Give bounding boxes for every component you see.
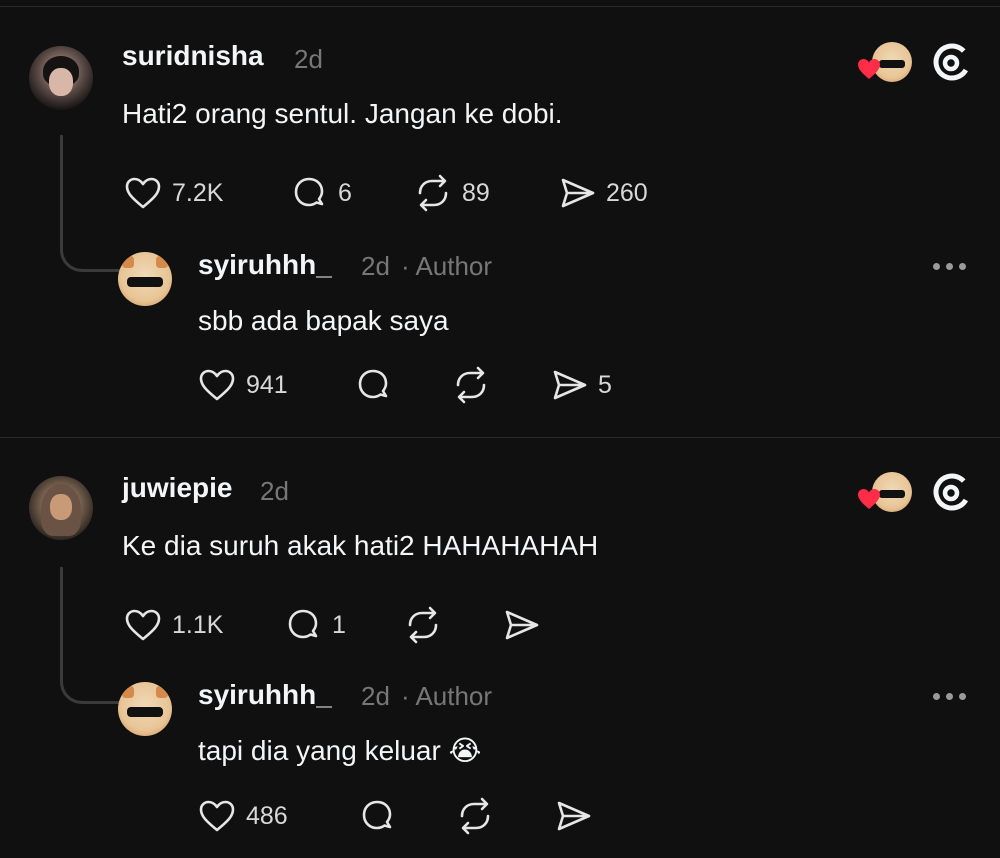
share-icon — [553, 370, 587, 400]
like-button[interactable]: 941 — [196, 364, 288, 406]
like-count: 941 — [246, 370, 288, 399]
reply-text: sbb ada bapak saya — [198, 305, 449, 336]
threads-logo-icon[interactable] — [930, 470, 974, 514]
share-button[interactable] — [552, 795, 594, 837]
share-icon — [561, 178, 595, 208]
comment-button[interactable] — [356, 795, 398, 837]
repost-icon — [460, 797, 490, 835]
repost-button[interactable] — [454, 795, 496, 837]
author-tag: · Author — [401, 251, 493, 281]
more-icon[interactable] — [933, 693, 966, 700]
share-count: 5 — [598, 370, 612, 399]
like-count: 1.1K — [172, 610, 224, 639]
thread-line — [60, 567, 123, 704]
repost-icon — [408, 606, 438, 644]
share-icon — [505, 610, 539, 640]
share-count: 260 — [606, 178, 648, 207]
avatar-juwiepie[interactable] — [29, 476, 93, 540]
post-text: Ke dia suruh akak hati2 HAHAHAHAH — [122, 530, 599, 561]
share-icon — [557, 801, 591, 831]
repost-button[interactable] — [402, 604, 444, 646]
reply-author[interactable]: syiruhhh_ — [198, 679, 332, 711]
heart-icon — [125, 177, 161, 209]
like-badge-heart-icon — [858, 59, 880, 79]
crying-emoji: 😭 — [448, 735, 482, 766]
share-button[interactable] — [500, 604, 542, 646]
more-icon[interactable] — [933, 263, 966, 270]
repost-icon — [418, 174, 448, 212]
post-time: 2d — [260, 476, 289, 506]
comment-icon — [294, 177, 324, 207]
heart-icon — [125, 609, 161, 641]
like-button[interactable]: 1.1K — [122, 604, 223, 646]
heart-icon — [199, 800, 235, 832]
avatar-suridnisha[interactable] — [29, 46, 93, 110]
comment-icon — [288, 609, 318, 639]
author-tag: · Author — [401, 681, 493, 711]
repost-count: 89 — [462, 178, 490, 207]
reply-time: 2d — [361, 681, 390, 711]
post-divider — [0, 437, 1000, 438]
reply-author[interactable]: syiruhhh_ — [198, 249, 332, 281]
avatar-syiruhhh[interactable] — [118, 252, 172, 306]
like-badge-heart-icon — [858, 489, 880, 509]
reply-time: 2d — [361, 251, 390, 281]
comment-icon — [362, 800, 392, 830]
repost-button[interactable] — [450, 364, 492, 406]
post-author[interactable]: juwiepie — [122, 472, 232, 504]
repost-icon — [456, 366, 486, 404]
comment-icon — [358, 369, 388, 399]
reply-text-row: tapi dia yang keluar 😭 — [198, 734, 481, 767]
like-button[interactable]: 486 — [196, 795, 288, 837]
repost-button[interactable]: 89 — [412, 172, 490, 214]
heart-icon — [199, 369, 235, 401]
comment-count: 6 — [338, 178, 352, 207]
like-count: 7.2K — [172, 178, 224, 207]
threads-logo-icon[interactable] — [930, 40, 974, 84]
like-count: 486 — [246, 801, 288, 830]
comment-count: 1 — [332, 610, 346, 639]
share-button[interactable]: 260 — [556, 172, 648, 214]
top-divider — [0, 6, 1000, 7]
avatar-syiruhhh[interactable] — [118, 682, 172, 736]
like-button[interactable]: 7.2K — [122, 172, 223, 214]
post-text: Hati2 orang sentul. Jangan ke dobi. — [122, 98, 563, 129]
reply-text: tapi dia yang keluar — [198, 735, 441, 766]
share-button[interactable]: 5 — [548, 364, 612, 406]
comment-button[interactable]: 6 — [288, 172, 352, 214]
post-time: 2d — [294, 44, 323, 74]
comment-button[interactable]: 1 — [282, 604, 346, 646]
comment-button[interactable] — [352, 364, 394, 406]
post-author[interactable]: suridnisha — [122, 40, 264, 72]
thread-line — [60, 135, 123, 272]
